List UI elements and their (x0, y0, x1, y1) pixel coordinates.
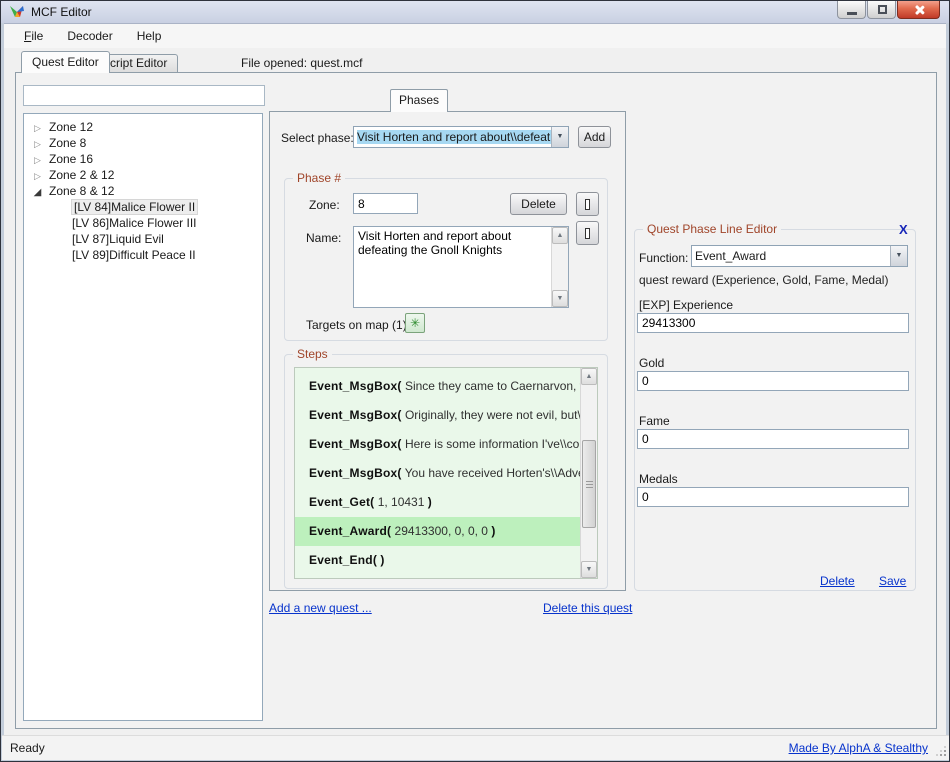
delete-this-quest-link[interactable]: Delete this quest (543, 601, 632, 615)
maximize-icon (878, 5, 887, 14)
phase-down-icon (585, 228, 590, 239)
phase-down-button[interactable] (576, 221, 599, 245)
chevron-expanded-icon[interactable]: ◢ (32, 185, 43, 201)
menu-bar: File Decoder Help (2, 24, 950, 48)
tree-node-quest-lv84[interactable]: [LV 84]Malice Flower II (24, 199, 262, 215)
scroll-down-icon[interactable]: ▼ (581, 561, 597, 578)
delete-phase-button[interactable]: Delete (510, 193, 567, 215)
gold-input[interactable] (637, 371, 909, 391)
experience-input[interactable] (637, 313, 909, 333)
close-icon (913, 4, 924, 15)
app-window: MCF Editor File Decoder Help Quest Edito… (0, 0, 950, 762)
function-label: Function: (639, 251, 688, 265)
close-button[interactable] (897, 1, 940, 19)
phase-name-box: Visit Horten and report about defeating … (353, 226, 569, 308)
function-value: Event_Award (692, 246, 890, 266)
add-phase-button[interactable]: Add (578, 126, 611, 148)
scroll-up-icon[interactable]: ▲ (552, 227, 568, 244)
line-editor-delete-link[interactable]: Delete (820, 574, 855, 588)
chevron-right-icon[interactable]: ▷ (32, 152, 43, 168)
fame-label: Fame (639, 414, 670, 428)
tab-phases[interactable]: Phases (390, 89, 448, 112)
zone-input[interactable] (353, 193, 418, 214)
minimize-button[interactable] (837, 1, 866, 19)
window-title: MCF Editor (31, 5, 92, 19)
menu-file[interactable]: File (12, 26, 55, 46)
scroll-down-icon[interactable]: ▼ (552, 290, 568, 307)
credits-link[interactable]: Made By AlphA & Stealthy (789, 741, 928, 755)
chevron-right-icon[interactable]: ▷ (32, 136, 43, 152)
name-label: Name: (306, 231, 341, 245)
medals-input[interactable] (637, 487, 909, 507)
medals-label: Medals (639, 472, 678, 486)
quest-filter-input[interactable] (23, 85, 265, 106)
tree-node-zone-12[interactable]: ▷Zone 12 (24, 119, 262, 135)
scrollbar-thumb[interactable] (582, 440, 596, 528)
phase-up-icon (585, 199, 590, 210)
maximize-button[interactable] (867, 1, 896, 19)
targets-icon: ✳ (410, 316, 420, 330)
line-editor-save-link[interactable]: Save (879, 574, 906, 588)
tree-node-quest-lv86[interactable]: [LV 86]Malice Flower III (24, 215, 262, 231)
select-phase-label: Select phase: (281, 131, 354, 145)
phase-group-title: Phase # (293, 171, 345, 185)
steps-list: Event_MsgBox( Since they came to Caernar… (294, 367, 598, 579)
function-description: quest reward (Experience, Gold, Fame, Me… (639, 273, 888, 287)
add-else-link[interactable]: Add else (295, 575, 346, 578)
tree-node-zone-16[interactable]: ▷Zone 16 (24, 151, 262, 167)
status-bar: Ready Made By AlphA & Stealthy (2, 735, 950, 760)
minimize-icon (847, 12, 857, 15)
step-row[interactable]: Event_Get( 1, 10431 ) (295, 488, 580, 517)
steps-scrollbar[interactable]: ▲ ▼ (580, 368, 597, 578)
tree-node-zone-8[interactable]: ▷Zone 8 (24, 135, 262, 151)
resize-grip-icon[interactable] (944, 754, 946, 756)
chevron-right-icon[interactable]: ▷ (32, 120, 43, 136)
tree-node-quest-lv89[interactable]: [LV 89]Difficult Peace II (24, 247, 262, 263)
name-scrollbar[interactable]: ▲ ▼ (551, 227, 568, 307)
chevron-down-icon[interactable]: ▼ (890, 246, 907, 266)
step-row[interactable]: Event_MsgBox( You have received Horten's… (295, 459, 580, 488)
step-row-selected[interactable]: Event_Award( 29413300, 0, 0, 0 ) (295, 517, 580, 546)
fame-input[interactable] (637, 429, 909, 449)
step-row[interactable]: Event_MsgBox( Since they came to Caernar… (295, 372, 580, 401)
chevron-down-icon[interactable]: ▼ (551, 127, 568, 147)
function-dropdown[interactable]: Event_Award ▼ (691, 245, 908, 267)
tree-node-zone-2-12[interactable]: ▷Zone 2 & 12 (24, 167, 262, 183)
step-row[interactable]: Event_MsgBox( Here is some information I… (295, 430, 580, 459)
phase-name-input[interactable]: Visit Horten and report about defeating … (354, 227, 551, 307)
title-bar[interactable]: MCF Editor (1, 1, 949, 24)
menu-help[interactable]: Help (125, 26, 174, 46)
steps-group-title: Steps (293, 347, 332, 361)
gold-label: Gold (639, 356, 664, 370)
quest-tree: ▷Zone 12 ▷Zone 8 ▷Zone 16 ▷Zone 2 & 12 ◢… (23, 113, 263, 721)
menu-decoder[interactable]: Decoder (55, 26, 124, 46)
tab-quest-editor[interactable]: Quest Editor (21, 51, 110, 73)
chevron-right-icon[interactable]: ▷ (32, 168, 43, 184)
zone-label: Zone: (309, 198, 340, 212)
targets-on-map-label: Targets on map (1) (306, 318, 407, 332)
phase-up-button[interactable] (576, 192, 599, 216)
select-phase-dropdown[interactable]: Visit Horten and report about\\defeating… (353, 126, 569, 148)
scroll-up-icon[interactable]: ▲ (581, 368, 597, 385)
step-row[interactable]: Event_End( ) (295, 546, 580, 575)
app-icon (8, 4, 25, 21)
line-editor-title: Quest Phase Line Editor (643, 222, 781, 236)
add-new-quest-link[interactable]: Add a new quest ... (269, 601, 372, 615)
line-editor-close-icon[interactable]: X (899, 222, 908, 237)
status-text: Ready (10, 741, 45, 755)
file-opened-label: File opened: quest.mcf (241, 56, 362, 70)
step-row[interactable]: Event_MsgBox( Originally, they were not … (295, 401, 580, 430)
tree-node-zone-8-12[interactable]: ◢Zone 8 & 12 (24, 183, 262, 199)
experience-label: [EXP] Experience (639, 298, 733, 312)
tree-node-quest-lv87[interactable]: [LV 87]Liquid Evil (24, 231, 262, 247)
targets-on-map-button[interactable]: ✳ (405, 313, 425, 333)
select-phase-value: Visit Horten and report about\\defeating (357, 130, 551, 144)
